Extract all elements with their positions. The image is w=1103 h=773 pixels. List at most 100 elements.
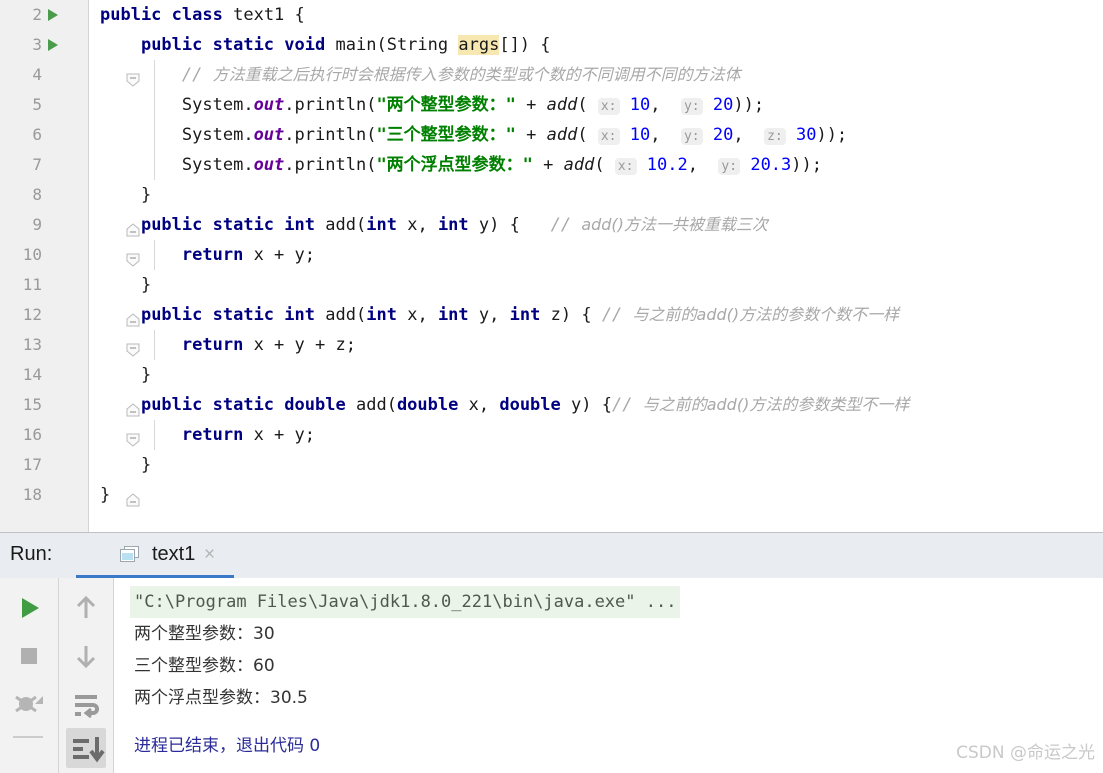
- run-tab-text1[interactable]: text1 ×: [76, 533, 234, 578]
- method-add: add: [325, 215, 356, 235]
- code-line[interactable]: 16 return x + y;: [0, 420, 1103, 450]
- fold-close-icon[interactable]: [82, 368, 140, 417]
- keyword-double: double: [499, 395, 561, 415]
- run-gutter-icon[interactable]: [48, 9, 58, 21]
- line-number: 3: [32, 35, 42, 54]
- param-x: x: [407, 215, 418, 235]
- param-y: y: [571, 395, 582, 415]
- field-out: out: [253, 95, 285, 115]
- arrow-up-icon[interactable]: [66, 588, 106, 628]
- line-content: public class text1 {: [100, 5, 305, 25]
- keyword-return: return: [181, 425, 244, 445]
- comment-slashes: //: [611, 395, 633, 415]
- keyword-return: return: [181, 335, 244, 355]
- console-command-line: "C:\Program Files\Java\jdk1.8.0_221\bin\…: [130, 586, 681, 618]
- code-line[interactable]: 18 }: [0, 480, 1103, 510]
- comment-text: 方法重载之后执行时会根据传入参数的类型或个数的不同调用不同的方法体: [212, 65, 741, 84]
- code-line[interactable]: 8 }: [0, 180, 1103, 237]
- code-line[interactable]: 14 }: [0, 360, 1103, 417]
- param-y: y: [294, 245, 305, 265]
- comment-slashes: //: [550, 215, 572, 235]
- keyword-static: static: [212, 305, 275, 325]
- method-add: add: [546, 95, 578, 115]
- line-content: System.out.println("两个浮点型参数：" + add( x: …: [181, 155, 822, 175]
- close-icon[interactable]: ×: [204, 544, 215, 566]
- keyword-double: double: [396, 395, 459, 415]
- line-number: 6: [32, 125, 42, 144]
- keyword-double: double: [284, 395, 346, 415]
- fold-open-icon[interactable]: [82, 218, 140, 267]
- fold-open-icon[interactable]: [82, 38, 140, 87]
- fold-close-icon[interactable]: [82, 278, 140, 327]
- run-toolbar-left[interactable]: [0, 578, 59, 773]
- fold-open-icon[interactable]: [82, 398, 140, 447]
- class-name: text1: [233, 5, 285, 25]
- method-add: add: [355, 395, 387, 415]
- code-line[interactable]: 10 return x + y;: [0, 240, 1103, 270]
- identifier-system: System: [181, 125, 244, 145]
- param-z: z: [550, 305, 561, 325]
- line-number: 15: [22, 395, 42, 414]
- line-content: System.out.println("三个整型参数：" + add( x: 1…: [181, 125, 848, 145]
- field-out: out: [253, 125, 285, 145]
- code-line[interactable]: 11 }: [0, 270, 1103, 327]
- method-add: add: [563, 155, 595, 175]
- code-line[interactable]: 15 public static double add(double x, do…: [0, 390, 1103, 447]
- fold-close-icon[interactable]: [82, 188, 140, 237]
- keyword-int: int: [437, 215, 469, 235]
- console-output-line: 两个整型参数：30: [134, 624, 275, 644]
- rerun-button[interactable]: [9, 588, 49, 628]
- run-toolbar-right[interactable]: [59, 578, 114, 773]
- param-hint-x: x:: [597, 98, 620, 115]
- line-content: public static int add(int x, int y, int …: [140, 305, 900, 325]
- line-number: 11: [22, 275, 42, 294]
- keyword-int: int: [509, 305, 541, 325]
- fold-close-icon[interactable]: [82, 458, 140, 507]
- keyword-int: int: [366, 305, 397, 325]
- line-content: }: [100, 275, 152, 295]
- comment-text: 与之前的add()方法的参数类型不一样: [642, 395, 910, 414]
- stop-button[interactable]: [9, 636, 49, 676]
- code-line[interactable]: 4 // 方法重载之后执行时会根据传入参数的类型或个数的不同调用不同的方法体: [0, 60, 1103, 90]
- keyword-void: void: [284, 35, 326, 55]
- line-number: 13: [22, 335, 42, 354]
- code-line[interactable]: 9 public static int add(int x, int y) { …: [0, 210, 1103, 267]
- param-hint-x: x:: [614, 158, 637, 175]
- keyword-public: public: [140, 395, 203, 415]
- soft-wrap-icon[interactable]: [66, 684, 106, 724]
- scroll-to-end-icon[interactable]: [66, 728, 106, 768]
- fold-open-icon[interactable]: [82, 308, 140, 357]
- code-line[interactable]: 7 System.out.println("两个浮点型参数：" + add( x…: [0, 150, 1103, 180]
- arrow-down-icon[interactable]: [66, 636, 106, 676]
- code-line[interactable]: 17 }: [0, 450, 1103, 507]
- param-hint-y: y:: [718, 158, 741, 175]
- rerun-failed-tests-button[interactable]: [9, 684, 49, 724]
- run-tool-window[interactable]: Run: text1 × "C:\Program Files\Java\jdk1…: [0, 532, 1103, 773]
- code-lines[interactable]: 2 public class text1 { 3 public static v…: [0, 0, 1103, 510]
- line-number: 16: [22, 425, 42, 444]
- type-string: String: [386, 35, 449, 55]
- method-add: add: [325, 305, 356, 325]
- line-number: 7: [32, 155, 42, 174]
- code-editor-area[interactable]: 2 public class text1 { 3 public static v…: [0, 0, 1103, 532]
- console-output[interactable]: "C:\Program Files\Java\jdk1.8.0_221\bin\…: [114, 578, 1103, 773]
- comment-text: 与之前的add()方法的参数个数不一样: [632, 305, 900, 324]
- param-y: y: [478, 305, 490, 325]
- code-line[interactable]: 13 return x + y + z;: [0, 330, 1103, 360]
- line-number: 2: [32, 5, 42, 24]
- run-configuration-icon: [120, 546, 139, 563]
- number-literal: 10: [629, 125, 651, 145]
- run-gutter-icon[interactable]: [48, 39, 58, 51]
- keyword-return: return: [181, 245, 244, 265]
- param-hint-x: x:: [597, 128, 620, 145]
- keyword-public: public: [140, 305, 203, 325]
- method-main: main: [335, 35, 377, 55]
- code-line[interactable]: 12 public static int add(int x, int y, i…: [0, 300, 1103, 357]
- line-number: 17: [22, 455, 42, 474]
- code-line[interactable]: 3 public static void main(String args[])…: [0, 30, 1103, 87]
- param-x: x: [253, 245, 264, 265]
- code-line[interactable]: 5 System.out.println("两个整型参数：" + add( x:…: [0, 90, 1103, 120]
- code-line[interactable]: 2 public class text1 {: [0, 0, 1103, 30]
- code-line[interactable]: 6 System.out.println("三个整型参数：" + add( x:…: [0, 120, 1103, 150]
- keyword-public: public: [140, 215, 203, 235]
